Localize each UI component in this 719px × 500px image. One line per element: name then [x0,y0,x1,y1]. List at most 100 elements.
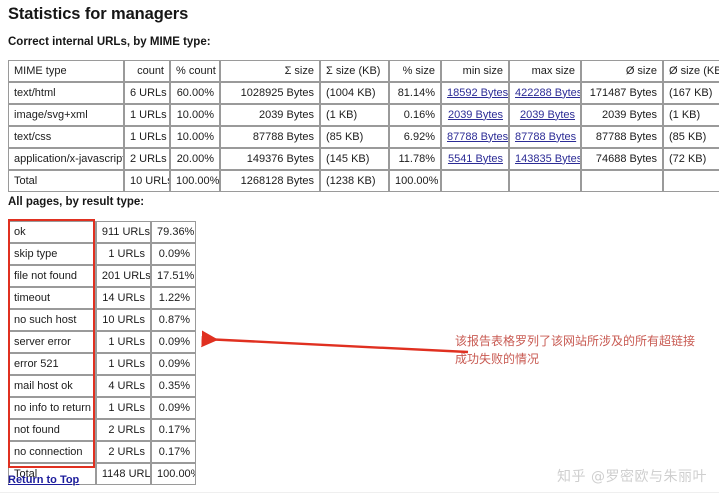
table-row: no connection 2 URLs 0.17% [8,441,196,463]
cell-min-size: 5541 Bytes [441,148,509,170]
cell-mime-type: text/html [8,82,124,104]
cell-mime-type: Total [8,170,124,192]
cell-result-type: mail host ok [8,375,96,397]
max-size-link[interactable]: 2039 Bytes [520,109,575,121]
cell-min-size: 87788 Bytes [441,126,509,148]
cell-avg-size-kb: (85 KB) [663,126,719,148]
cell-pct-size: 6.92% [389,126,441,148]
table-header-row: MIME type count % count Σ size Σ size (K… [8,60,719,82]
cell-sum-size: 1028925 Bytes [220,82,320,104]
cell-sum-size: 149376 Bytes [220,148,320,170]
cell-url-count: 1 URLs [95,243,152,265]
cell-sum-size: 2039 Bytes [220,104,320,126]
table-row: not found 2 URLs 0.17% [8,419,196,441]
cell-percent: 0.87% [151,309,196,331]
cell-url-count: 2 URLs [95,419,152,441]
report-page: Statistics for managers Correct internal… [0,0,719,500]
cell-avg-size: 74688 Bytes [581,148,663,170]
table-row: mail host ok 4 URLs 0.35% [8,375,196,397]
cell-percent: 1.22% [151,287,196,309]
min-size-link[interactable]: 2039 Bytes [448,109,503,121]
max-size-link[interactable]: 422288 Bytes [515,87,580,99]
cell-url-count: 14 URLs [95,287,152,309]
cell-avg-size-kb: (167 KB) [663,82,719,104]
cell-sum-size: 1268128 Bytes [220,170,320,192]
cell-sum-size-kb: (1238 KB) [320,170,389,192]
table-row: text/css 1 URLs 10.00% 87788 Bytes (85 K… [8,126,719,148]
col-max-size: max size [509,60,581,82]
cell-url-count: 4 URLs [95,375,152,397]
max-size-link[interactable]: 143835 Bytes [515,153,580,165]
cell-max-size [509,170,581,192]
cell-avg-size [581,170,663,192]
cell-url-count: 1148 URLs [95,463,152,485]
col-sum-size-kb: Σ size (KB) [320,60,389,82]
cell-avg-size-kb: (72 KB) [663,148,719,170]
cell-count: 1 URLs [124,126,170,148]
cell-percent: 0.17% [151,441,196,463]
cell-url-count: 1 URLs [95,397,152,419]
cell-count: 2 URLs [124,148,170,170]
cell-max-size: 143835 Bytes [509,148,581,170]
cell-min-size [441,170,509,192]
cell-pct-size: 100.00% [389,170,441,192]
annotation-arrow-icon [201,330,469,354]
cell-result-type: server error [8,331,96,353]
annotation-text: 该报告表格罗列了该网站所涉及的所有超链接 成功失败的情况 [455,334,696,366]
cell-percent: 0.17% [151,419,196,441]
table-row: text/html 6 URLs 60.00% 1028925 Bytes (1… [8,82,719,104]
cell-avg-size: 2039 Bytes [581,104,663,126]
result-type-table: ok 911 URLs 79.36% skip type 1 URLs 0.09… [8,221,196,485]
cell-sum-size-kb: (1004 KB) [320,82,389,104]
cell-avg-size-kb [663,170,719,192]
cell-result-type: timeout [8,287,96,309]
table-row: no such host 10 URLs 0.87% [8,309,196,331]
min-size-link[interactable]: 87788 Bytes [447,131,508,143]
cell-min-size: 18592 Bytes [441,82,509,104]
cell-avg-size: 87788 Bytes [581,126,663,148]
cell-url-count: 1 URLs [95,353,152,375]
cell-url-count: 2 URLs [95,441,152,463]
table-row: timeout 14 URLs 1.22% [8,287,196,309]
cell-pct-count: 20.00% [170,148,220,170]
cell-pct-count: 10.00% [170,126,220,148]
cell-result-type: no connection [8,441,96,463]
table-row: file not found 201 URLs 17.51% [8,265,196,287]
cell-max-size: 2039 Bytes [509,104,581,126]
cell-url-count: 911 URLs [95,221,152,243]
table-row: no info to return 1 URLs 0.09% [8,397,196,419]
watermark-text: 知乎 @罗密欧与朱丽叶 [557,469,707,485]
col-sum-size: Σ size [220,60,320,82]
cell-percent: 100.00% [151,463,196,485]
cell-sum-size-kb: (145 KB) [320,148,389,170]
cell-count: 10 URLs [124,170,170,192]
table-row: ok 911 URLs 79.36% [8,221,196,243]
cell-result-type: no info to return [8,397,96,419]
cell-pct-size: 11.78% [389,148,441,170]
min-size-link[interactable]: 5541 Bytes [448,153,503,165]
cell-result-type: not found [8,419,96,441]
table-row: image/svg+xml 1 URLs 10.00% 2039 Bytes (… [8,104,719,126]
col-pct-size: % size [389,60,441,82]
cell-percent: 0.09% [151,331,196,353]
cell-percent: 0.09% [151,243,196,265]
cell-min-size: 2039 Bytes [441,104,509,126]
cell-mime-type: image/svg+xml [8,104,124,126]
max-size-link[interactable]: 87788 Bytes [515,131,576,143]
cell-url-count: 201 URLs [95,265,152,287]
cell-mime-type: text/css [8,126,124,148]
cell-percent: 17.51% [151,265,196,287]
cell-percent: 0.09% [151,397,196,419]
return-to-top-link[interactable]: Return to Top [8,474,79,486]
min-size-link[interactable]: 18592 Bytes [447,87,508,99]
cell-result-type: ok [8,221,96,243]
cell-pct-count: 10.00% [170,104,220,126]
cell-sum-size-kb: (85 KB) [320,126,389,148]
cell-avg-size: 171487 Bytes [581,82,663,104]
cell-sum-size: 87788 Bytes [220,126,320,148]
col-avg-size-kb: Ø size (KB) [663,60,719,82]
cell-mime-type: application/x-javascript [8,148,124,170]
table-row: skip type 1 URLs 0.09% [8,243,196,265]
cell-pct-count: 100.00% [170,170,220,192]
cell-result-type: error 521 [8,353,96,375]
